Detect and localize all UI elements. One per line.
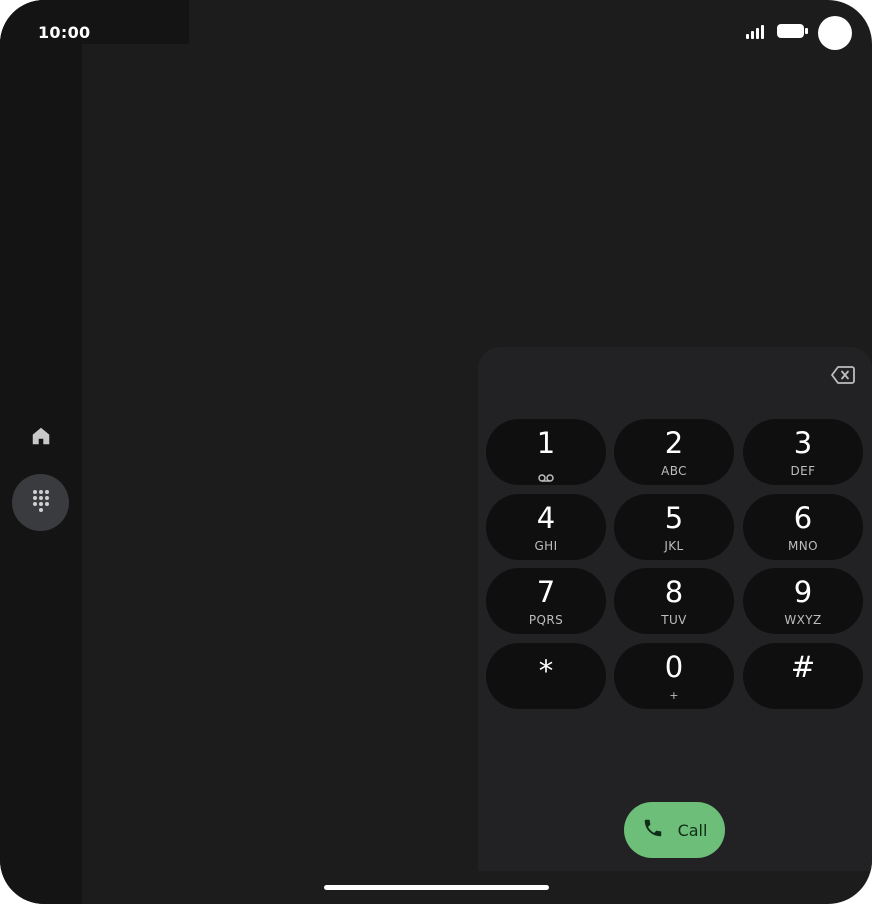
key-9[interactable]: 9 WXYZ	[743, 568, 863, 634]
home-indicator[interactable]	[324, 885, 549, 890]
backspace-icon[interactable]	[831, 365, 855, 385]
key-digit: 4	[536, 501, 556, 535]
signal-icon	[746, 24, 766, 43]
key-hash[interactable]: #	[743, 643, 863, 709]
home-icon[interactable]	[30, 425, 52, 447]
key-digit: 9	[793, 575, 813, 609]
camera-cutout	[818, 16, 852, 50]
key-letters: PQRS	[528, 613, 564, 627]
dialpad-nav-button[interactable]	[12, 474, 69, 531]
key-digit: 7	[536, 575, 556, 609]
key-letters: WXYZ	[784, 613, 822, 627]
key-digit: 2	[664, 426, 684, 460]
key-5[interactable]: 5 JKL	[614, 494, 734, 560]
key-digit: 3	[793, 426, 813, 460]
call-button[interactable]: Call	[624, 802, 725, 858]
key-letters: +	[669, 689, 679, 702]
phone-screen: 10:00 1 2 ABC 3 DEF 4 GHI 5 JKL 6 MNO 7 …	[0, 0, 872, 904]
key-4[interactable]: 4 GHI	[486, 494, 606, 560]
key-digit: 1	[536, 426, 556, 460]
key-letters: JKL	[664, 539, 684, 553]
status-bar-left	[0, 0, 189, 44]
phone-icon	[642, 817, 664, 843]
key-0[interactable]: 0 +	[614, 643, 734, 709]
key-letters: GHI	[534, 539, 558, 553]
key-8[interactable]: 8 TUV	[614, 568, 734, 634]
key-digit: 5	[664, 501, 684, 535]
key-letters: MNO	[788, 539, 818, 553]
key-1[interactable]: 1	[486, 419, 606, 485]
key-letters: DEF	[790, 464, 816, 478]
navigation-rail	[0, 0, 82, 904]
call-label: Call	[677, 820, 708, 840]
key-digit: 0	[664, 650, 684, 684]
key-digit: 6	[793, 501, 813, 535]
key-2[interactable]: 2 ABC	[614, 419, 734, 485]
key-letters: ABC	[661, 464, 687, 478]
status-bar-right	[746, 16, 852, 50]
dialpad-panel: 1 2 ABC 3 DEF 4 GHI 5 JKL 6 MNO 7 PQRS 8…	[478, 347, 872, 871]
voicemail-icon	[538, 467, 554, 482]
status-time: 10:00	[38, 23, 91, 42]
key-digit: #	[790, 650, 816, 684]
key-digit: 8	[664, 575, 684, 609]
key-6[interactable]: 6 MNO	[743, 494, 863, 560]
key-digit: *	[538, 654, 554, 688]
dialpad-icon	[31, 489, 51, 517]
key-7[interactable]: 7 PQRS	[486, 568, 606, 634]
key-3[interactable]: 3 DEF	[743, 419, 863, 485]
key-star[interactable]: *	[486, 643, 606, 709]
battery-icon	[776, 23, 808, 43]
key-letters: TUV	[661, 613, 687, 627]
